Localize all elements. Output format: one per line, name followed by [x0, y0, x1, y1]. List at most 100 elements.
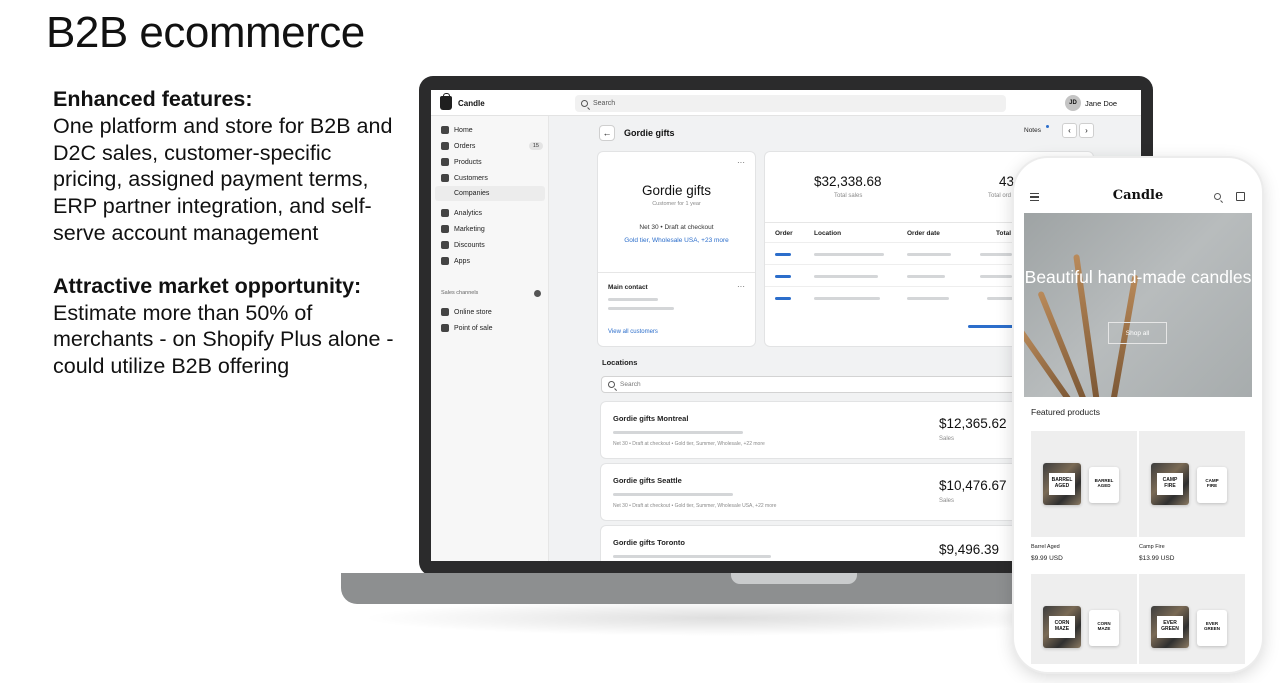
- chart-icon: [441, 209, 449, 217]
- product-name[interactable]: Camp Fire: [1139, 544, 1165, 550]
- divider: [598, 272, 755, 273]
- notes-button[interactable]: Notes: [1024, 127, 1041, 134]
- contact-menu-button[interactable]: ···: [737, 282, 745, 291]
- sidebar-item-label: Apps: [454, 257, 470, 265]
- table-row-marker[interactable]: [775, 297, 791, 300]
- cart-icon[interactable]: [1236, 192, 1245, 201]
- company-tags-link[interactable]: Gold tier, Wholesale USA, +23 more: [598, 237, 755, 244]
- company-menu-button[interactable]: ···: [737, 158, 745, 167]
- candle-label: CORN MAZE: [1092, 617, 1116, 639]
- sidebar-item-label: Home: [454, 126, 473, 134]
- admin-search-input[interactable]: Search: [575, 95, 1006, 112]
- table-row-marker[interactable]: [775, 253, 791, 256]
- placeholder-line: [814, 253, 884, 256]
- sidebar-item-analytics[interactable]: Analytics: [441, 206, 543, 220]
- location-sales-label: Sales: [939, 436, 955, 442]
- candle-product-image: BARREL AGED: [1089, 467, 1119, 503]
- shopify-bag-icon: [440, 93, 452, 110]
- product-card-barrel-aged[interactable]: BARREL AGED BARREL AGED: [1031, 431, 1137, 537]
- orders-count-badge: 15: [528, 142, 543, 150]
- discount-icon: [441, 241, 449, 249]
- location-sales-value: $9,496.39: [939, 542, 1000, 557]
- person-icon: [441, 174, 449, 182]
- product-name[interactable]: Barrel Aged: [1031, 544, 1060, 550]
- search-icon: [581, 100, 588, 107]
- page-title: Gordie gifts: [624, 128, 675, 138]
- sidebar-item-point-of-sale[interactable]: Point of sale: [441, 321, 543, 335]
- product-card-corn-maze[interactable]: CORN MAZE CORN MAZE: [1031, 574, 1137, 664]
- company-card: ··· Gordie gifts Customer for 1 year Net…: [598, 152, 755, 346]
- section-heading-opportunity: Attractive market opportunity:: [53, 273, 362, 298]
- avatar: JD: [1065, 95, 1081, 111]
- sidebar-item-marketing[interactable]: Marketing: [441, 222, 543, 236]
- laptop-notch: [731, 573, 857, 584]
- hero-title: Beautiful hand-made candles: [1024, 267, 1252, 287]
- candle-label: BARREL AGED: [1049, 473, 1075, 495]
- total-orders-label: Total ord: [988, 193, 1012, 199]
- sidebar-item-label: Orders: [454, 142, 476, 150]
- pos-icon: [441, 324, 449, 332]
- total-sales-value: $32,338.68: [814, 174, 882, 189]
- slide-copy: Enhanced features: One platform and stor…: [53, 86, 398, 380]
- sidebar-item-home[interactable]: Home: [441, 123, 543, 137]
- location-name: Gordie gifts Toronto: [613, 538, 685, 547]
- add-channel-icon[interactable]: [534, 290, 541, 297]
- location-meta: Net 30 • Draft at checkout • Gold tier, …: [613, 503, 777, 509]
- pager: ‹ ›: [1062, 123, 1094, 138]
- admin-sidebar: Home Orders 15 Products Customers Compan…: [431, 116, 549, 561]
- back-button[interactable]: ←: [599, 125, 615, 141]
- section-body-features: One platform and store for B2B and D2C s…: [53, 113, 393, 245]
- product-card-camp-fire[interactable]: CAMP FIRE CAMP FIRE: [1139, 431, 1245, 537]
- candle-product-image: CAMP FIRE: [1197, 467, 1227, 503]
- target-icon: [441, 225, 449, 233]
- section-heading-features: Enhanced features:: [53, 87, 253, 111]
- placeholder-line: [907, 253, 951, 256]
- candle-product-image: EVER GREEN: [1197, 610, 1227, 646]
- sidebar-item-online-store[interactable]: Online store: [441, 305, 543, 319]
- sidebar-item-apps[interactable]: Apps: [441, 254, 543, 268]
- section-body-opportunity: Estimate more than 50% of merchants - on…: [53, 300, 394, 379]
- column-header-order: Order: [775, 230, 793, 237]
- admin-topbar: Candle Search JD Jane Doe: [431, 90, 1141, 116]
- previous-button[interactable]: ‹: [1062, 123, 1077, 138]
- placeholder-line: [608, 298, 658, 301]
- placeholder-line: [907, 297, 949, 300]
- notes-indicator-dot: [1046, 125, 1049, 128]
- placeholder-line: [814, 297, 880, 300]
- admin-brand[interactable]: Candle: [440, 93, 485, 110]
- column-header-total: Total: [996, 230, 1012, 237]
- sidebar-item-label: Online store: [454, 308, 492, 316]
- sidebar-item-label: Point of sale: [454, 324, 493, 332]
- sidebar-item-customers[interactable]: Customers: [441, 171, 543, 185]
- search-icon[interactable]: [1214, 193, 1221, 200]
- sidebar-item-label: Marketing: [454, 225, 485, 233]
- total-orders-value: 43: [999, 174, 1015, 189]
- table-row-marker[interactable]: [775, 275, 791, 278]
- sidebar-item-products[interactable]: Products: [441, 155, 543, 169]
- total-sales-label: Total sales: [834, 193, 863, 199]
- product-price: $9.99 USD: [1031, 555, 1063, 562]
- sidebar-item-orders[interactable]: Orders 15: [441, 139, 543, 153]
- shop-all-button[interactable]: Shop all: [1108, 322, 1167, 344]
- product-card-ever-green[interactable]: EVER GREEN EVER GREEN: [1139, 574, 1245, 664]
- orders-icon: [441, 142, 449, 150]
- view-all-customers-link[interactable]: View all customers: [608, 329, 658, 335]
- main-contact-label: Main contact: [608, 284, 648, 291]
- location-meta: Net 30 • Draft at checkout • Gold tier, …: [613, 441, 765, 447]
- candle-label: EVER GREEN: [1157, 616, 1183, 638]
- next-button[interactable]: ›: [1079, 123, 1094, 138]
- locations-search-placeholder: Search: [620, 381, 641, 388]
- laptop-base: [341, 573, 1061, 604]
- sidebar-item-companies[interactable]: Companies: [435, 186, 545, 201]
- sidebar-item-discounts[interactable]: Discounts: [441, 238, 543, 252]
- user-menu[interactable]: JD Jane Doe: [1065, 95, 1117, 111]
- product-price: $13.99 USD: [1139, 555, 1175, 562]
- laptop-shadow: [360, 600, 1080, 636]
- location-name: Gordie gifts Seattle: [613, 476, 682, 485]
- column-header-location: Location: [814, 230, 842, 237]
- location-name: Gordie gifts Montreal: [613, 414, 689, 423]
- placeholder-line: [613, 555, 771, 558]
- candle-label: CAMP FIRE: [1200, 474, 1224, 496]
- storefront-screen: Candle Beautiful hand-made candles Shop …: [1024, 186, 1252, 664]
- placeholder-line: [907, 275, 945, 278]
